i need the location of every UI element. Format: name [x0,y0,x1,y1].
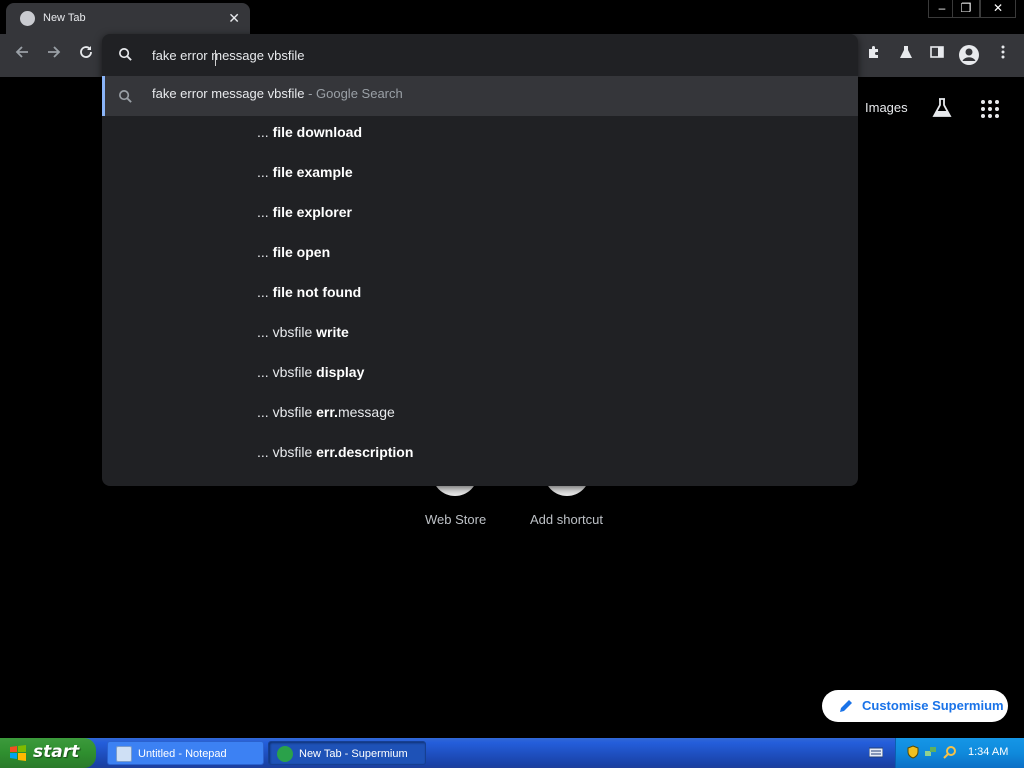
suggestion-item[interactable]: ... file example [257,152,837,192]
forward-button[interactable] [43,44,65,66]
suggestion-item[interactable]: ... file not found [257,272,837,312]
search-icon [119,48,132,61]
taskbar-button-label: New Tab - Supermium [299,748,408,760]
profile-button[interactable] [958,44,980,66]
suggestion-item[interactable]: ... vbsfile write [257,312,837,352]
labs-icon[interactable] [930,96,954,125]
more-vertical-icon [1001,45,1005,59]
windows-logo-icon [10,745,26,761]
extensions-button[interactable] [863,44,885,66]
suggestion-item[interactable]: ... vbsfile err.message [257,392,837,432]
side-panel-icon [930,46,944,58]
reload-button[interactable] [75,44,97,66]
browser-titlebar: New Tab ✕ – ❐ ✕ [0,0,1024,34]
notepad-icon [116,746,132,762]
add-shortcut-label[interactable]: Add shortcut [530,512,603,527]
text-cursor [215,50,216,66]
suggestion-item[interactable]: ... vbsfile display [257,352,837,392]
forward-arrow-icon [48,46,61,58]
suggestion-item[interactable]: ... vbsfile err.description [257,432,837,472]
tab-new-tab[interactable]: New Tab ✕ [6,3,250,34]
search-icon [119,90,132,103]
web-store-shortcut-label[interactable]: Web Store [425,512,486,527]
images-link[interactable]: Images [865,100,908,115]
avatar-icon [959,45,979,65]
keyboard-icon[interactable] [869,746,883,758]
suggestion-search-row[interactable]: fake error message vbsfile - Google Sear… [102,76,858,116]
tab-title: New Tab [43,12,86,24]
suggestion-item[interactable]: ... file open [257,232,837,272]
suggestion-item[interactable]: ... file download [257,112,837,152]
taskbar: start Untitled - Notepad New Tab - Super… [0,738,1024,768]
customise-supermium-button[interactable]: Customise Supermium [822,690,1008,722]
flask-icon [900,46,912,58]
security-shield-icon[interactable] [906,745,920,759]
clock[interactable]: 1:34 AM [968,746,1008,758]
pencil-icon [840,700,852,712]
omnibox-dropdown: fake error message vbsfile - Google Sear… [102,34,858,486]
side-panel-button[interactable] [926,44,948,66]
google-apps-icon[interactable] [980,99,1000,124]
reload-icon [80,46,92,58]
start-label: start [33,742,80,762]
customise-label: Customise Supermium [862,698,1004,713]
start-button[interactable]: start [0,738,96,768]
menu-button[interactable] [992,44,1014,66]
suggestion-text: fake error message vbsfile - Google Sear… [152,86,403,101]
window-close-button[interactable]: ✕ [980,0,1016,18]
puzzle-icon [869,46,878,58]
window-restore-button[interactable]: ❐ [952,0,980,18]
back-button[interactable] [11,44,33,66]
search-tray-icon[interactable] [943,745,957,759]
supermium-icon [277,746,293,762]
suggestion-item[interactable]: ... file explorer [257,192,837,232]
taskbar-button-label: Untitled - Notepad [138,748,227,760]
system-tray: 1:34 AM [895,738,1024,768]
omnibox-input[interactable] [152,46,802,64]
suggestion-suffix: - Google Search [304,86,403,101]
omnibox-input-row [102,34,858,76]
labs-toolbar-button[interactable] [895,44,917,66]
taskbar-button-supermium[interactable]: New Tab - Supermium [268,741,426,765]
tab-close-icon[interactable]: ✕ [228,9,240,27]
network-icon[interactable] [924,745,938,759]
tab-favicon-icon [20,11,35,26]
back-arrow-icon [15,46,28,58]
taskbar-button-notepad[interactable]: Untitled - Notepad [107,741,264,765]
